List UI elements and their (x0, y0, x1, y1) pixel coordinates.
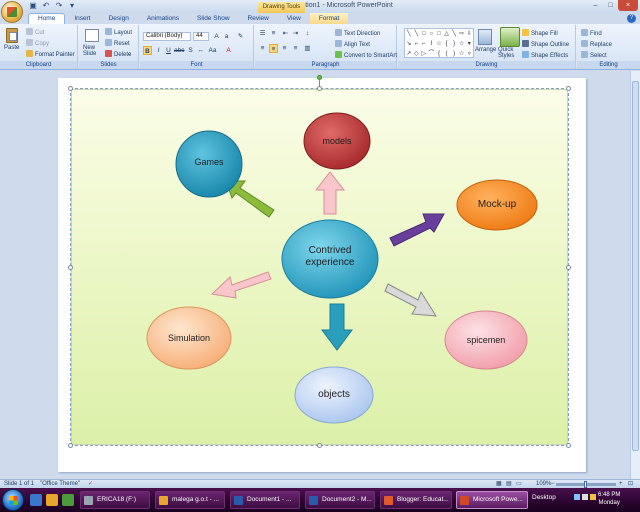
arrow-to-mockup[interactable] (389, 213, 445, 247)
windows-logo-icon (9, 496, 18, 505)
browser-icon (384, 496, 393, 505)
status-bar: Slide 1 of 1 "Office Theme" ✓ ▦ ▤ ▭ 109%… (0, 479, 640, 488)
taskbar: ERICA18 (F:) malega g.o.t - ... Document… (0, 488, 640, 512)
clock-time: 6:48 PM (598, 492, 621, 498)
task-powerpoint[interactable]: Microsoft Powe... (456, 491, 528, 509)
node-spicemen-label: spicemen (466, 335, 506, 345)
node-mockup-label: Mock-up (477, 199, 517, 210)
scroll-thumb[interactable] (632, 81, 639, 451)
power-icon[interactable] (590, 494, 596, 500)
arrow-to-simulation[interactable] (210, 271, 272, 299)
office-logo-icon (7, 7, 17, 17)
arrow-to-models[interactable] (314, 171, 346, 215)
task-erica18[interactable]: ERICA18 (F:) (80, 491, 150, 509)
word-icon (309, 496, 318, 505)
task-document2[interactable]: Document2 - M... (305, 491, 375, 509)
desktop-toolbar[interactable]: Desktop (532, 494, 556, 501)
task-document1[interactable]: Document1 - ... (230, 491, 300, 509)
explorer-icon[interactable] (46, 494, 58, 506)
zoom-slider[interactable] (556, 481, 616, 488)
node-models-label: models (322, 136, 352, 146)
node-objects-label: objects (318, 389, 350, 400)
drive-icon (84, 496, 93, 505)
word-icon (234, 496, 243, 505)
task-blogger[interactable]: Blogger: Educat... (380, 491, 452, 509)
media-player-icon[interactable] (62, 494, 74, 506)
arrow-to-spicemen[interactable] (384, 283, 437, 317)
powerpoint-icon (460, 496, 469, 505)
volume-icon[interactable] (582, 494, 588, 500)
clock-day: Monday (598, 500, 620, 506)
node-center-label: Contrived experience (305, 245, 355, 268)
folder-icon (159, 496, 168, 505)
office-button[interactable] (1, 1, 23, 23)
network-icon[interactable] (574, 494, 580, 500)
clock[interactable]: 6:48 PM Monday (598, 491, 620, 507)
arrow-to-objects[interactable] (321, 303, 353, 351)
ie-icon[interactable] (30, 494, 42, 506)
task-malega[interactable]: malega g.o.t - ... (155, 491, 225, 509)
vertical-scrollbar[interactable] (630, 71, 640, 479)
node-simulation-label: Simulation (167, 333, 211, 343)
start-button[interactable] (2, 489, 24, 511)
node-games-label: Games (194, 157, 224, 167)
